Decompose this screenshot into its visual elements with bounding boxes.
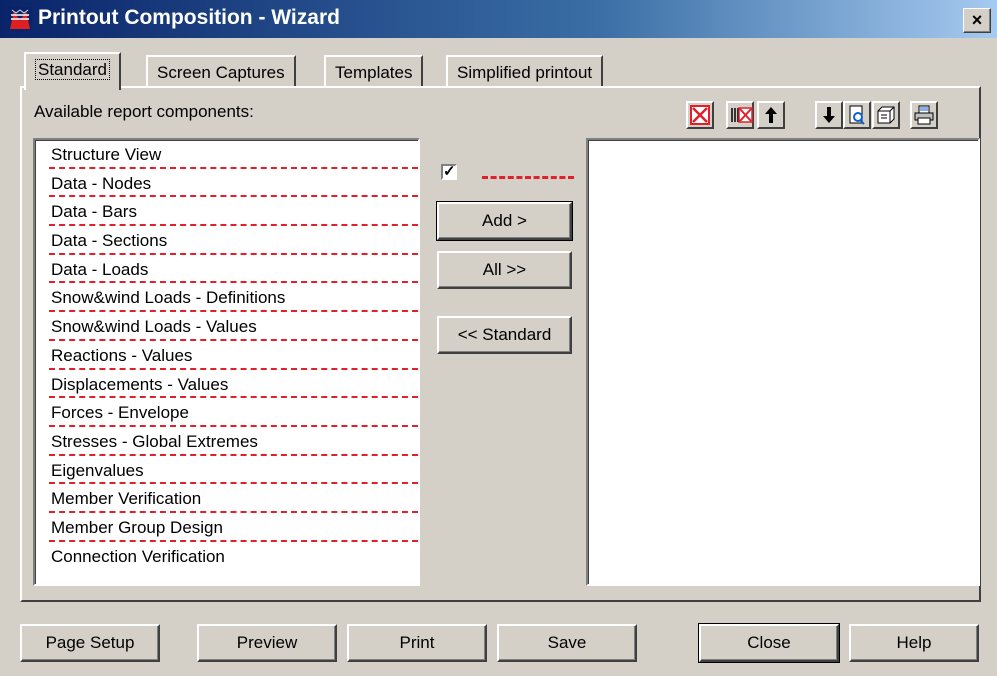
move-down-icon[interactable] [815,101,843,129]
list-item[interactable]: Snow&wind Loads - Definitions [49,283,418,313]
template-icon[interactable] [872,101,900,129]
printout-wizard-window: Printout Composition - Wizard × Standard… [0,0,997,676]
available-components-label: Available report components: [34,102,254,121]
close-button[interactable]: Close [698,623,840,663]
preview-icon[interactable] [843,101,871,129]
delete-all-icon[interactable] [726,101,754,129]
tab-label: Screen Captures [157,63,285,82]
standard-button[interactable]: << Standard [437,316,572,354]
list-item[interactable]: Data - Nodes [49,169,418,198]
preview-button[interactable]: Preview [197,624,337,662]
page-setup-button[interactable]: Page Setup [20,624,160,662]
list-item[interactable]: Forces - Envelope [49,398,418,427]
tab-label: Standard [35,59,110,80]
list-item[interactable]: Reactions - Values [49,341,418,370]
list-item[interactable]: Member Group Design [49,513,418,542]
selected-components-list[interactable] [586,138,980,586]
list-item[interactable]: Stresses - Global Extremes [49,427,418,456]
list-item[interactable]: Structure View [49,140,418,169]
print-icon[interactable] [910,101,938,129]
close-window-button[interactable]: × [963,8,991,33]
tab-templates[interactable]: Templates [324,55,424,88]
print-button[interactable]: Print [347,624,487,662]
save-button[interactable]: Save [497,624,637,662]
tab-standard[interactable]: Standard [24,52,121,90]
tab-label: Simplified printout [457,63,593,82]
tab-simplified-printout[interactable]: Simplified printout [446,55,604,88]
separator-checkbox[interactable]: ✓ [441,164,457,180]
list-item[interactable]: Data - Bars [49,197,418,227]
list-item[interactable]: Displacements - Values [49,370,418,399]
list-item[interactable]: Eigenvalues [49,456,418,485]
move-up-icon[interactable] [757,101,785,129]
tab-screen-captures[interactable]: Screen Captures [146,55,296,88]
list-item[interactable]: Data - Sections [49,226,418,255]
add-all-button[interactable]: All >> [437,251,572,289]
delete-icon[interactable] [686,101,714,129]
help-button[interactable]: Help [849,624,979,662]
add-button[interactable]: Add > [436,201,573,241]
window-title: Printout Composition - Wizard [38,6,340,29]
list-item[interactable]: Snow&wind Loads - Values [49,312,418,341]
title-bar[interactable]: Printout Composition - Wizard × [0,0,997,38]
separator-line-sample [482,176,574,179]
list-item[interactable]: Member Verification [49,484,418,513]
list-item[interactable]: Data - Loads [49,255,418,284]
tab-label: Templates [335,63,413,82]
available-components-list[interactable]: Structure View Data - Nodes Data - Bars … [33,138,420,586]
list-item[interactable]: Connection Verification [49,542,418,571]
app-logo-icon [8,7,32,31]
